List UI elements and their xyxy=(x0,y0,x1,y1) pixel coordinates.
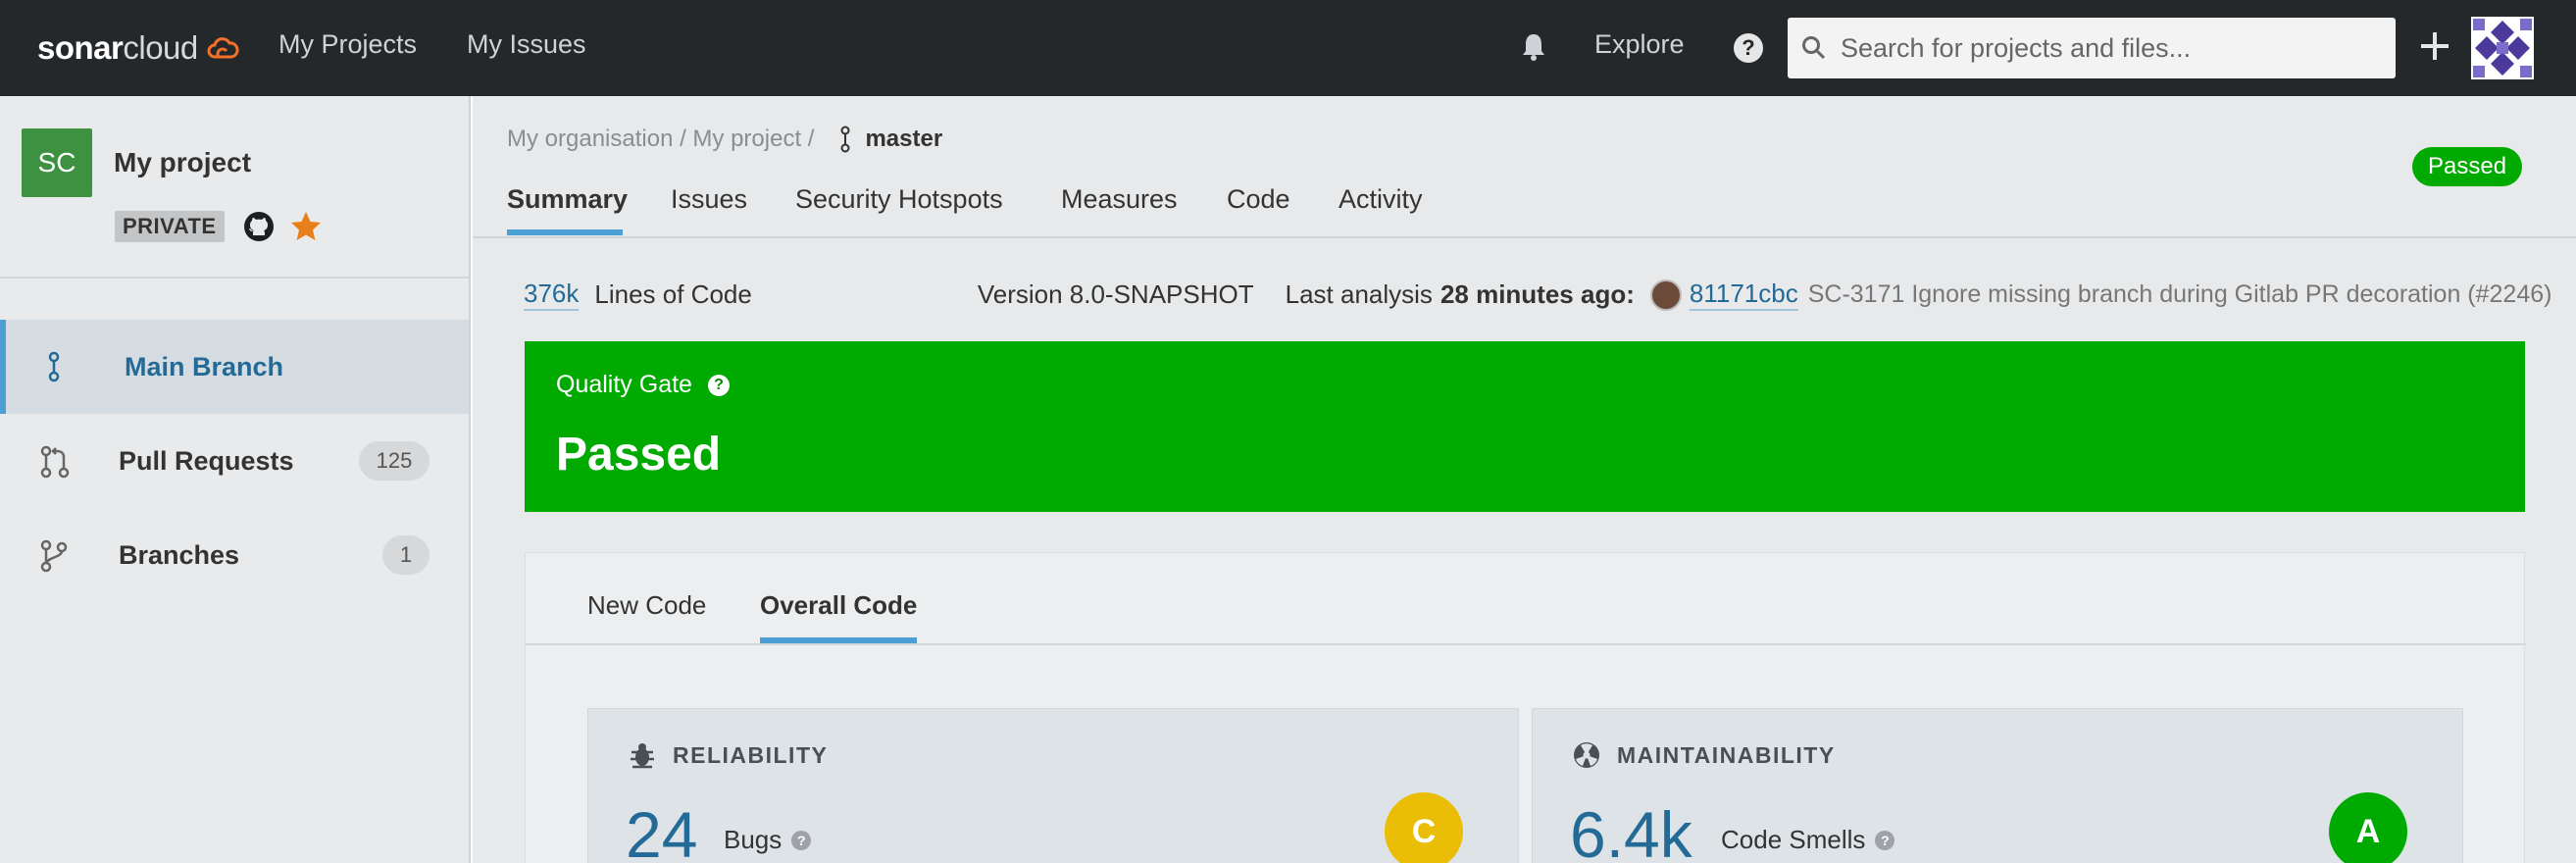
help-icon[interactable]: ? xyxy=(1734,33,1763,63)
status-badge: Passed xyxy=(2412,147,2523,186)
nav-explore[interactable]: Explore xyxy=(1594,29,1685,60)
branch-icon xyxy=(48,351,60,382)
pull-request-icon xyxy=(40,445,70,479)
tab-activity[interactable]: Activity xyxy=(1339,184,1423,215)
bugs-count[interactable]: 24 xyxy=(626,797,697,863)
code-smells-label: Code Smells ? xyxy=(1721,825,1895,855)
last-analysis-time: 28 minutes ago: xyxy=(1440,279,1635,309)
sidebar-item-label: Branches xyxy=(119,539,240,570)
help-icon[interactable]: ? xyxy=(707,374,730,396)
reliability-rating[interactable]: C xyxy=(1385,792,1463,863)
commit-hash-link[interactable]: 81171cbc xyxy=(1689,279,1798,311)
user-avatar[interactable] xyxy=(2471,17,2534,79)
github-icon[interactable] xyxy=(243,211,275,242)
tab-security-hotspots[interactable]: Security Hotspots xyxy=(795,184,1003,215)
measures-panel: New Code Overall Code RELIABILITY 24 Bug… xyxy=(525,552,2526,863)
branch-icon xyxy=(840,126,850,153)
tab-issues[interactable]: Issues xyxy=(671,184,747,215)
sidebar-item-branches[interactable]: Branches 1 xyxy=(0,508,469,602)
commit-message: SC-3171 Ignore missing branch during Git… xyxy=(1807,280,2552,308)
last-analysis-label: Last analysis xyxy=(1285,279,1433,309)
bugs-label: Bugs ? xyxy=(724,825,812,855)
maintainability-card: MAINTAINABILITY 6.4k Code Smells ? A xyxy=(1532,708,2463,863)
quality-gate-status: Passed xyxy=(556,429,722,481)
sidebar-item-main-branch[interactable]: Main Branch xyxy=(0,320,469,414)
visibility-badge: PRIVATE xyxy=(115,211,225,242)
maintainability-icon xyxy=(1574,742,1599,768)
search-box[interactable] xyxy=(1788,18,2396,78)
panel-divider xyxy=(526,643,2526,645)
tab-code[interactable]: Code xyxy=(1227,184,1290,215)
top-navbar: sonar cloud My Projects My Issues Explore… xyxy=(0,0,2576,96)
lines-of-code-link[interactable]: 376k xyxy=(524,279,580,311)
bell-icon[interactable] xyxy=(1520,31,1547,63)
sidebar-item-pull-requests[interactable]: Pull Requests 125 xyxy=(0,414,469,508)
sidebar-divider xyxy=(0,277,469,279)
tab-new-code[interactable]: New Code xyxy=(587,590,706,621)
sonarcloud-logo[interactable]: sonar cloud xyxy=(37,25,239,71)
active-tab-indicator xyxy=(507,229,623,235)
project-name[interactable]: My project xyxy=(114,147,251,178)
sidebar-item-label: Main Branch xyxy=(125,351,284,381)
plus-icon[interactable] xyxy=(2418,29,2451,63)
tab-overall-code[interactable]: Overall Code xyxy=(760,590,917,621)
analysis-info-row: 376k Lines of Code Version 8.0-SNAPSHOT … xyxy=(524,279,2551,311)
version-label: Version 8.0-SNAPSHOT xyxy=(977,279,1254,309)
code-smells-count[interactable]: 6.4k xyxy=(1570,797,1692,863)
nav-my-issues[interactable]: My Issues xyxy=(467,29,586,60)
help-icon[interactable]: ? xyxy=(1875,830,1895,850)
reliability-title: RELIABILITY xyxy=(673,741,829,768)
quality-gate-label: Quality Gate xyxy=(556,371,692,398)
tab-measures[interactable]: Measures xyxy=(1061,184,1178,215)
reliability-card: RELIABILITY 24 Bugs ? C xyxy=(587,708,1519,863)
nav-my-projects[interactable]: My Projects xyxy=(278,29,417,60)
branches-count-badge: 1 xyxy=(382,535,429,575)
breadcrumb-path[interactable]: My organisation / My project / xyxy=(507,126,814,153)
maintainability-heading: MAINTAINABILITY xyxy=(1572,740,1836,770)
lines-of-code-label: Lines of Code xyxy=(594,279,752,309)
code-smells-label-text: Code Smells xyxy=(1721,825,1866,854)
cloud-logo-icon xyxy=(207,37,239,59)
commit-author-avatar xyxy=(1649,279,1682,311)
bug-icon xyxy=(631,743,654,769)
maintainability-title: MAINTAINABILITY xyxy=(1617,741,1836,768)
help-icon[interactable]: ? xyxy=(791,830,812,850)
tab-summary[interactable]: Summary xyxy=(507,184,628,215)
main-content: My organisation / My project / master Su… xyxy=(473,96,2576,863)
project-avatar: SC xyxy=(22,128,92,197)
pull-request-count-badge: 125 xyxy=(359,441,429,481)
quality-gate-panel: Quality Gate ? Passed xyxy=(525,341,2525,512)
header-divider xyxy=(473,236,2576,238)
search-icon xyxy=(1802,36,1826,60)
maintainability-rating[interactable]: A xyxy=(2329,792,2407,863)
search-input[interactable] xyxy=(1841,32,2390,64)
reliability-heading: RELIABILITY xyxy=(628,740,828,770)
breadcrumb: My organisation / My project / master xyxy=(507,126,942,153)
bugs-label-text: Bugs xyxy=(724,825,783,854)
favorite-star-icon[interactable] xyxy=(289,210,323,243)
sidebar-item-label: Pull Requests xyxy=(119,445,294,476)
current-branch[interactable]: master xyxy=(865,126,942,153)
fork-icon xyxy=(40,539,68,573)
project-sidebar: SC My project PRIVATE Main Branch Pull R… xyxy=(0,96,471,863)
quality-gate-title: Quality Gate ? xyxy=(556,371,730,399)
